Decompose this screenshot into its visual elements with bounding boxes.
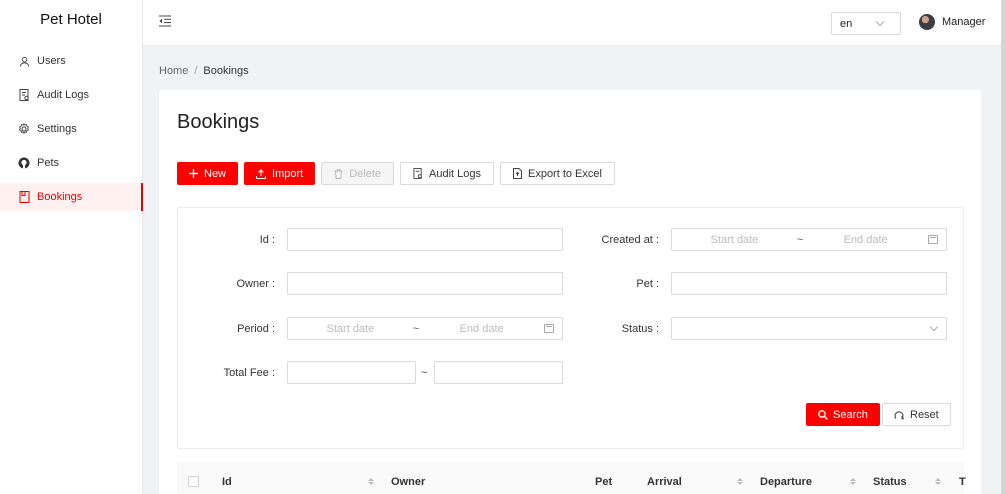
column-header-truncated[interactable]: T bbox=[959, 476, 966, 488]
chevron-down-icon bbox=[875, 17, 885, 27]
sidebar-menu: Users Audit Logs Settings Pets Bookings bbox=[0, 47, 143, 211]
sidebar: Pet Hotel Users Audit Logs Settings Pets bbox=[0, 0, 143, 494]
import-button[interactable]: Import bbox=[244, 162, 316, 185]
import-button-label: Import bbox=[272, 167, 304, 180]
sort-icon[interactable] bbox=[737, 478, 743, 485]
sidebar-item-label: Pets bbox=[37, 157, 60, 169]
gear-icon bbox=[18, 123, 30, 135]
sidebar-item-label: Users bbox=[37, 55, 66, 67]
created-at-end-placeholder: End date bbox=[843, 233, 888, 246]
sidebar-item-pets[interactable]: Pets bbox=[0, 149, 142, 177]
column-header-id[interactable]: Id bbox=[222, 476, 232, 488]
search-icon bbox=[818, 409, 828, 420]
export-button[interactable]: Export to Excel bbox=[499, 162, 615, 185]
audit-icon bbox=[18, 89, 30, 101]
audit-logs-button[interactable]: Audit Logs bbox=[400, 162, 494, 185]
id-input[interactable] bbox=[287, 228, 563, 251]
total-fee-min-input[interactable] bbox=[287, 361, 416, 384]
language-select[interactable]: en bbox=[831, 12, 901, 35]
select-all-checkbox[interactable] bbox=[188, 476, 199, 487]
breadcrumb-home[interactable]: Home bbox=[159, 65, 188, 77]
status-label: Status : bbox=[621, 323, 659, 335]
toolbar: New Import Delete Audit Logs Export to E… bbox=[177, 162, 621, 185]
owner-input[interactable] bbox=[287, 272, 563, 295]
github-icon bbox=[18, 157, 30, 169]
reset-icon bbox=[894, 410, 904, 419]
pet-input[interactable] bbox=[671, 272, 947, 295]
sidebar-item-label: Audit Logs bbox=[37, 89, 89, 101]
page-title: Bookings bbox=[177, 111, 260, 133]
column-header-arrival[interactable]: Arrival bbox=[647, 476, 682, 488]
sidebar-item-users[interactable]: Users bbox=[0, 47, 142, 75]
top-header: en Manager bbox=[143, 0, 1005, 46]
total-fee-max-input[interactable] bbox=[434, 361, 563, 384]
plus-icon bbox=[189, 169, 198, 178]
main-card: Bookings New Import Delete Audit Logs Ex… bbox=[159, 90, 981, 494]
sidebar-item-label: Settings bbox=[37, 123, 77, 135]
app-logo: Pet Hotel bbox=[40, 11, 102, 28]
sidebar-item-audit-logs[interactable]: Audit Logs bbox=[0, 81, 142, 109]
sidebar-item-label: Bookings bbox=[37, 191, 83, 203]
calendar-icon bbox=[544, 324, 554, 333]
column-header-pet[interactable]: Pet bbox=[595, 476, 612, 488]
created-at-range-picker[interactable]: Start date ~ End date bbox=[671, 228, 947, 251]
upload-icon bbox=[256, 168, 267, 179]
user-icon bbox=[18, 55, 30, 67]
breadcrumb-separator: / bbox=[194, 65, 198, 77]
column-header-status[interactable]: Status bbox=[873, 476, 907, 488]
sort-icon[interactable] bbox=[368, 478, 374, 485]
owner-label: Owner : bbox=[236, 278, 275, 290]
search-button-label: Search bbox=[833, 408, 868, 421]
id-label: Id : bbox=[259, 234, 275, 246]
period-end-placeholder: End date bbox=[459, 322, 504, 335]
new-button[interactable]: New bbox=[177, 162, 239, 185]
total-fee-label: Total Fee : bbox=[223, 367, 275, 379]
period-label: Period : bbox=[237, 323, 275, 335]
delete-button[interactable]: Delete bbox=[321, 162, 394, 185]
delete-button-label: Delete bbox=[349, 167, 381, 180]
chevron-down-icon bbox=[929, 322, 939, 332]
language-value: en bbox=[840, 17, 853, 30]
user-name: Manager bbox=[942, 16, 986, 28]
column-header-owner[interactable]: Owner bbox=[391, 476, 425, 488]
period-range-picker[interactable]: Start date ~ End date bbox=[287, 317, 563, 340]
page-scrollbar[interactable] bbox=[1001, 0, 1005, 494]
table-header: Id Owner Pet Arrival Departure Status T bbox=[177, 462, 966, 494]
total-fee-tilde: ~ bbox=[421, 367, 428, 379]
sidebar-item-bookings[interactable]: Bookings bbox=[0, 183, 143, 211]
pet-label: Pet : bbox=[636, 278, 659, 290]
menu-fold-icon[interactable] bbox=[159, 15, 173, 29]
sidebar-item-settings[interactable]: Settings bbox=[0, 115, 142, 143]
user-menu[interactable]: Manager bbox=[919, 14, 985, 30]
export-button-label: Export to Excel bbox=[527, 167, 602, 180]
avatar bbox=[919, 14, 935, 30]
sort-icon[interactable] bbox=[935, 478, 941, 485]
audit-logs-button-label: Audit Logs bbox=[429, 167, 481, 180]
search-button[interactable]: Search bbox=[806, 403, 880, 426]
breadcrumb: Home / Bookings bbox=[159, 65, 249, 77]
book-icon bbox=[18, 191, 30, 203]
period-start-placeholder: Start date bbox=[326, 322, 375, 335]
breadcrumb-current: Bookings bbox=[203, 65, 249, 77]
reset-button-label: Reset bbox=[910, 408, 939, 421]
created-at-start-placeholder: Start date bbox=[710, 233, 759, 246]
new-button-label: New bbox=[204, 167, 227, 180]
created-at-label: Created at : bbox=[601, 234, 660, 246]
export-file-icon bbox=[512, 168, 522, 179]
column-header-departure[interactable]: Departure bbox=[760, 476, 812, 488]
sort-icon[interactable] bbox=[850, 478, 856, 485]
calendar-icon bbox=[928, 235, 938, 244]
filter-panel: Id : Owner : Period : Start date ~ End d… bbox=[177, 207, 964, 449]
trash-icon bbox=[334, 168, 343, 179]
reset-button[interactable]: Reset bbox=[882, 403, 951, 426]
status-select[interactable] bbox=[671, 317, 947, 340]
audit-icon bbox=[413, 168, 422, 179]
